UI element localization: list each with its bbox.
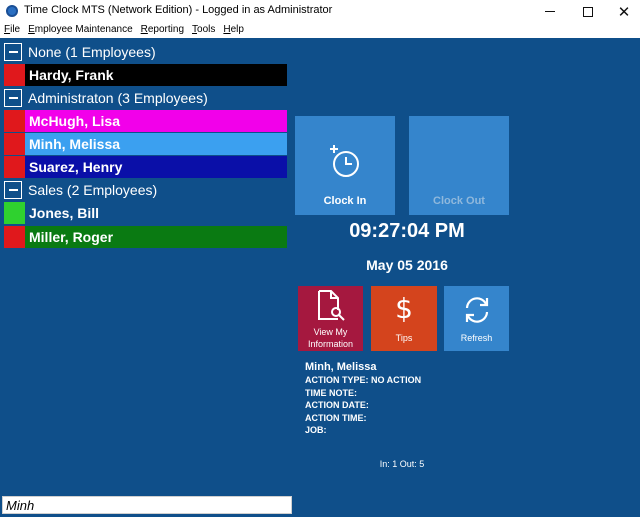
refresh-label: Refresh [460, 333, 493, 343]
status-indicator [4, 133, 25, 155]
menu-file[interactable]: File [0, 23, 24, 38]
employee-name: Jones, Bill [29, 205, 100, 221]
menu-employee-maintenance-mnemonic: E [28, 24, 35, 35]
employee-name: Minh, Melissa [29, 136, 121, 152]
menu-bar: File Employee Maintenance Reporting Tool… [0, 23, 640, 38]
collapse-icon[interactable] [4, 43, 22, 61]
title-bar: Time Clock MTS (Network Edition) - Logge… [0, 0, 640, 23]
info-action-time: ACTION TIME: [305, 412, 367, 423]
maximize-icon [583, 6, 593, 17]
employee-row-mchugh-lisa[interactable]: McHugh, Lisa [4, 110, 287, 132]
menu-reporting[interactable]: Reporting [137, 23, 188, 38]
minimize-icon [545, 11, 555, 12]
menu-reporting-label: eporting [147, 24, 185, 35]
group-sales[interactable]: Sales (2 Employees) [4, 179, 157, 201]
refresh-button[interactable]: Refresh [444, 286, 509, 351]
clock-in-button[interactable]: Clock In [295, 116, 395, 215]
window-title: Time Clock MTS (Network Edition) - Logge… [24, 4, 333, 16]
employee-row-suarez-henry[interactable]: Suarez, Henry [4, 156, 287, 178]
group-label: Sales (2 Employees) [28, 182, 158, 198]
employee-search-input[interactable] [2, 496, 292, 514]
minimize-button[interactable] [530, 0, 570, 23]
dollar-icon: $ [395, 292, 413, 325]
info-action-date: ACTION DATE: [305, 400, 369, 410]
menu-file-label: ile [10, 24, 21, 35]
employee-name: McHugh, Lisa [29, 113, 121, 129]
menu-employee-maintenance[interactable]: Employee Maintenance [24, 23, 137, 38]
status-indicator [4, 156, 25, 178]
employee-name: Suarez, Henry [29, 159, 123, 175]
collapse-icon[interactable] [4, 181, 22, 199]
menu-help-mnemonic: H [223, 24, 231, 35]
document-search-icon [318, 290, 345, 321]
status-indicator [4, 64, 25, 86]
info-employee-name: Minh, Melissa [305, 361, 377, 373]
menu-tools[interactable]: Tools [188, 23, 219, 38]
employee-row-miller-roger[interactable]: Miller, Roger [4, 226, 287, 248]
close-button[interactable]: ✕ [604, 0, 640, 23]
employee-row-minh-melissa[interactable]: Minh, Melissa [4, 133, 287, 155]
collapse-icon[interactable] [4, 89, 22, 107]
view-my-information-label: View My Information [307, 327, 354, 349]
tips-button[interactable]: $ Tips [371, 286, 437, 351]
info-job: JOB: [305, 425, 327, 435]
info-time-note: TIME NOTE: [305, 387, 357, 398]
employee-info-panel: Minh, Melissa ACTION TYPE: NO ACTION TIM… [305, 361, 421, 437]
status-indicator [4, 202, 25, 224]
view-my-information-button[interactable]: View My Information [298, 286, 363, 351]
maximize-button[interactable] [568, 0, 608, 23]
menu-help[interactable]: Help [219, 23, 248, 38]
group-label: None (1 Employees) [28, 44, 156, 60]
group-administraton[interactable]: Administraton (3 Employees) [4, 87, 208, 109]
app-clock-icon [6, 5, 18, 17]
refresh-icon [465, 297, 489, 323]
employee-name: Miller, Roger [29, 229, 114, 245]
menu-employee-maintenance-label: mployee Maintenance [34, 24, 133, 35]
clock-add-icon [330, 145, 359, 177]
clock-in-label: Clock In [323, 195, 367, 207]
status-indicator [4, 110, 25, 132]
menu-reporting-mnemonic: R [140, 24, 148, 35]
menu-tools-label: ools [197, 24, 216, 35]
group-none[interactable]: None (1 Employees) [4, 41, 156, 63]
tips-label: Tips [395, 333, 413, 343]
current-date: May 05 2016 [366, 257, 448, 273]
main-panel: None (1 Employees) Hardy, Frank Administ… [0, 38, 640, 517]
employee-row-hardy-frank[interactable]: Hardy, Frank [4, 64, 287, 86]
employee-name: Hardy, Frank [29, 67, 114, 83]
menu-help-label: elp [230, 24, 244, 35]
status-indicator [4, 226, 25, 248]
group-label: Administraton (3 Employees) [28, 90, 208, 106]
employee-row-jones-bill[interactable]: Jones, Bill [4, 202, 287, 224]
clock-out-button[interactable]: Clock Out [409, 116, 509, 215]
current-time: 09:27:04 PM [349, 220, 465, 242]
clock-out-label: Clock Out [433, 195, 485, 207]
in-out-count: In: 1 Out: 5 [379, 459, 425, 469]
info-action-type: ACTION TYPE: NO ACTION [305, 375, 422, 385]
